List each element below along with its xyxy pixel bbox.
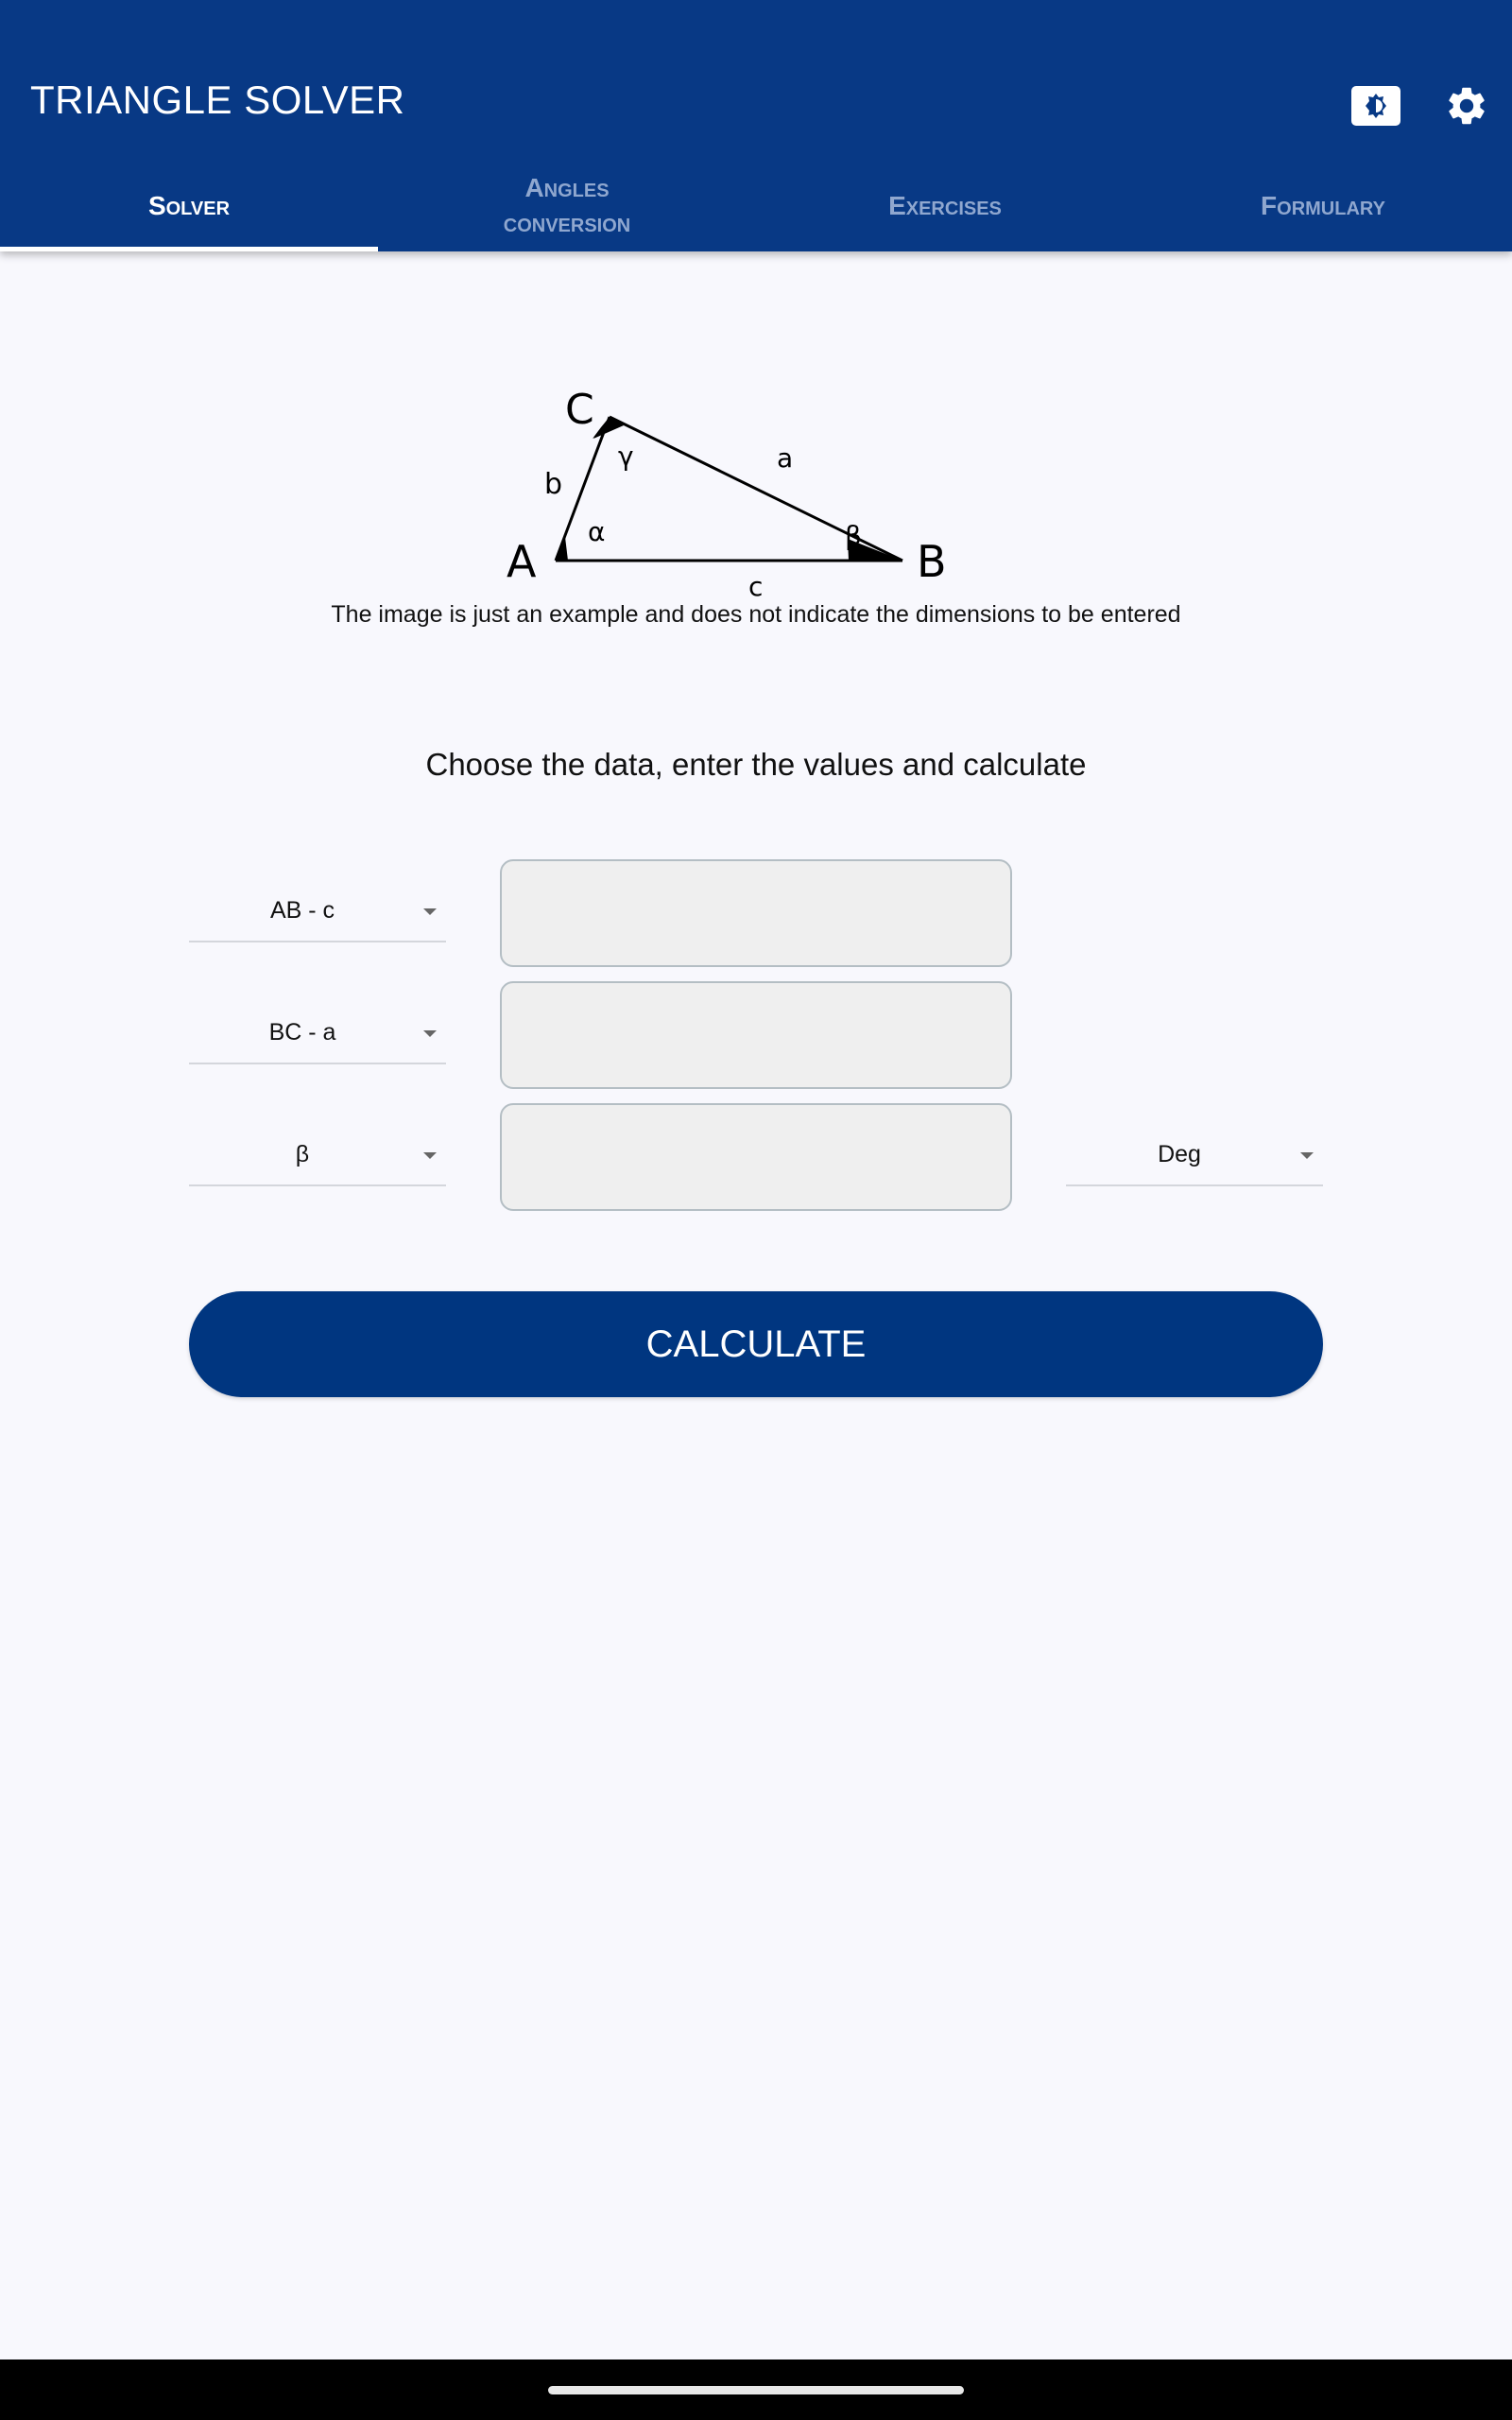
brightness-contrast-icon	[1351, 86, 1400, 126]
value-input-2[interactable]	[500, 981, 1012, 1089]
side-label-b: b	[544, 468, 562, 501]
tab-bar: Solver Angles conversion Exercises Formu…	[0, 159, 1512, 251]
angle-unit-select[interactable]: Deg	[1066, 1130, 1323, 1186]
vertex-label-b: B	[917, 536, 947, 587]
angle-unit-select-value: Deg	[1158, 1141, 1201, 1167]
data-select-1[interactable]: AB - c	[189, 886, 446, 942]
vertex-label-a: A	[507, 536, 537, 587]
system-nav-bar	[0, 2360, 1512, 2420]
vertex-label-c: C	[565, 386, 594, 434]
gear-icon	[1449, 87, 1485, 125]
angle-label-gamma: γ	[618, 441, 634, 472]
data-select-1-value: AB - c	[269, 897, 335, 924]
app-title: TRIANGLE SOLVER	[30, 78, 405, 122]
home-gesture-handle[interactable]	[548, 2386, 964, 2394]
data-select-2[interactable]: BC - a	[189, 1008, 446, 1064]
dropdown-caret-icon	[423, 908, 437, 915]
theme-toggle-button[interactable]	[1348, 78, 1404, 134]
form-row-3: β Deg	[0, 1103, 1512, 1211]
tab-exercises[interactable]: Exercises	[756, 159, 1134, 251]
side-label-a: a	[777, 442, 793, 474]
form-row-2: BC - a	[0, 981, 1512, 1089]
angle-label-beta: β	[845, 520, 862, 551]
data-select-3[interactable]: β	[189, 1130, 446, 1186]
triangle-diagram: C A B a b c α β γ	[507, 386, 947, 602]
form-row-1: AB - c	[0, 859, 1512, 967]
value-input-1[interactable]	[500, 859, 1012, 967]
tab-formulary[interactable]: Formulary	[1134, 159, 1512, 251]
dropdown-caret-icon	[1300, 1152, 1314, 1159]
app-bar: TRIANGLE SOLVER Solver Angles conversion…	[0, 0, 1512, 251]
diagram-caption: The image is just an example and does no…	[331, 601, 1181, 628]
tab-angles-conversion-label: Angles conversion	[503, 173, 631, 237]
dropdown-caret-icon	[423, 1030, 437, 1037]
instructions-text: Choose the data, enter the values and ca…	[425, 747, 1087, 782]
dropdown-caret-icon	[423, 1152, 437, 1159]
value-input-3[interactable]	[500, 1103, 1012, 1211]
tab-solver[interactable]: Solver	[0, 159, 378, 251]
tab-angles-conversion[interactable]: Angles conversion	[378, 159, 756, 251]
angle-label-alpha: α	[588, 516, 605, 547]
settings-button[interactable]	[1438, 78, 1495, 134]
side-label-c: c	[748, 571, 763, 602]
data-select-2-value: BC - a	[268, 1019, 336, 1046]
data-select-3-value: β	[295, 1141, 310, 1167]
calculate-button[interactable]: CALCULATE	[189, 1291, 1323, 1397]
